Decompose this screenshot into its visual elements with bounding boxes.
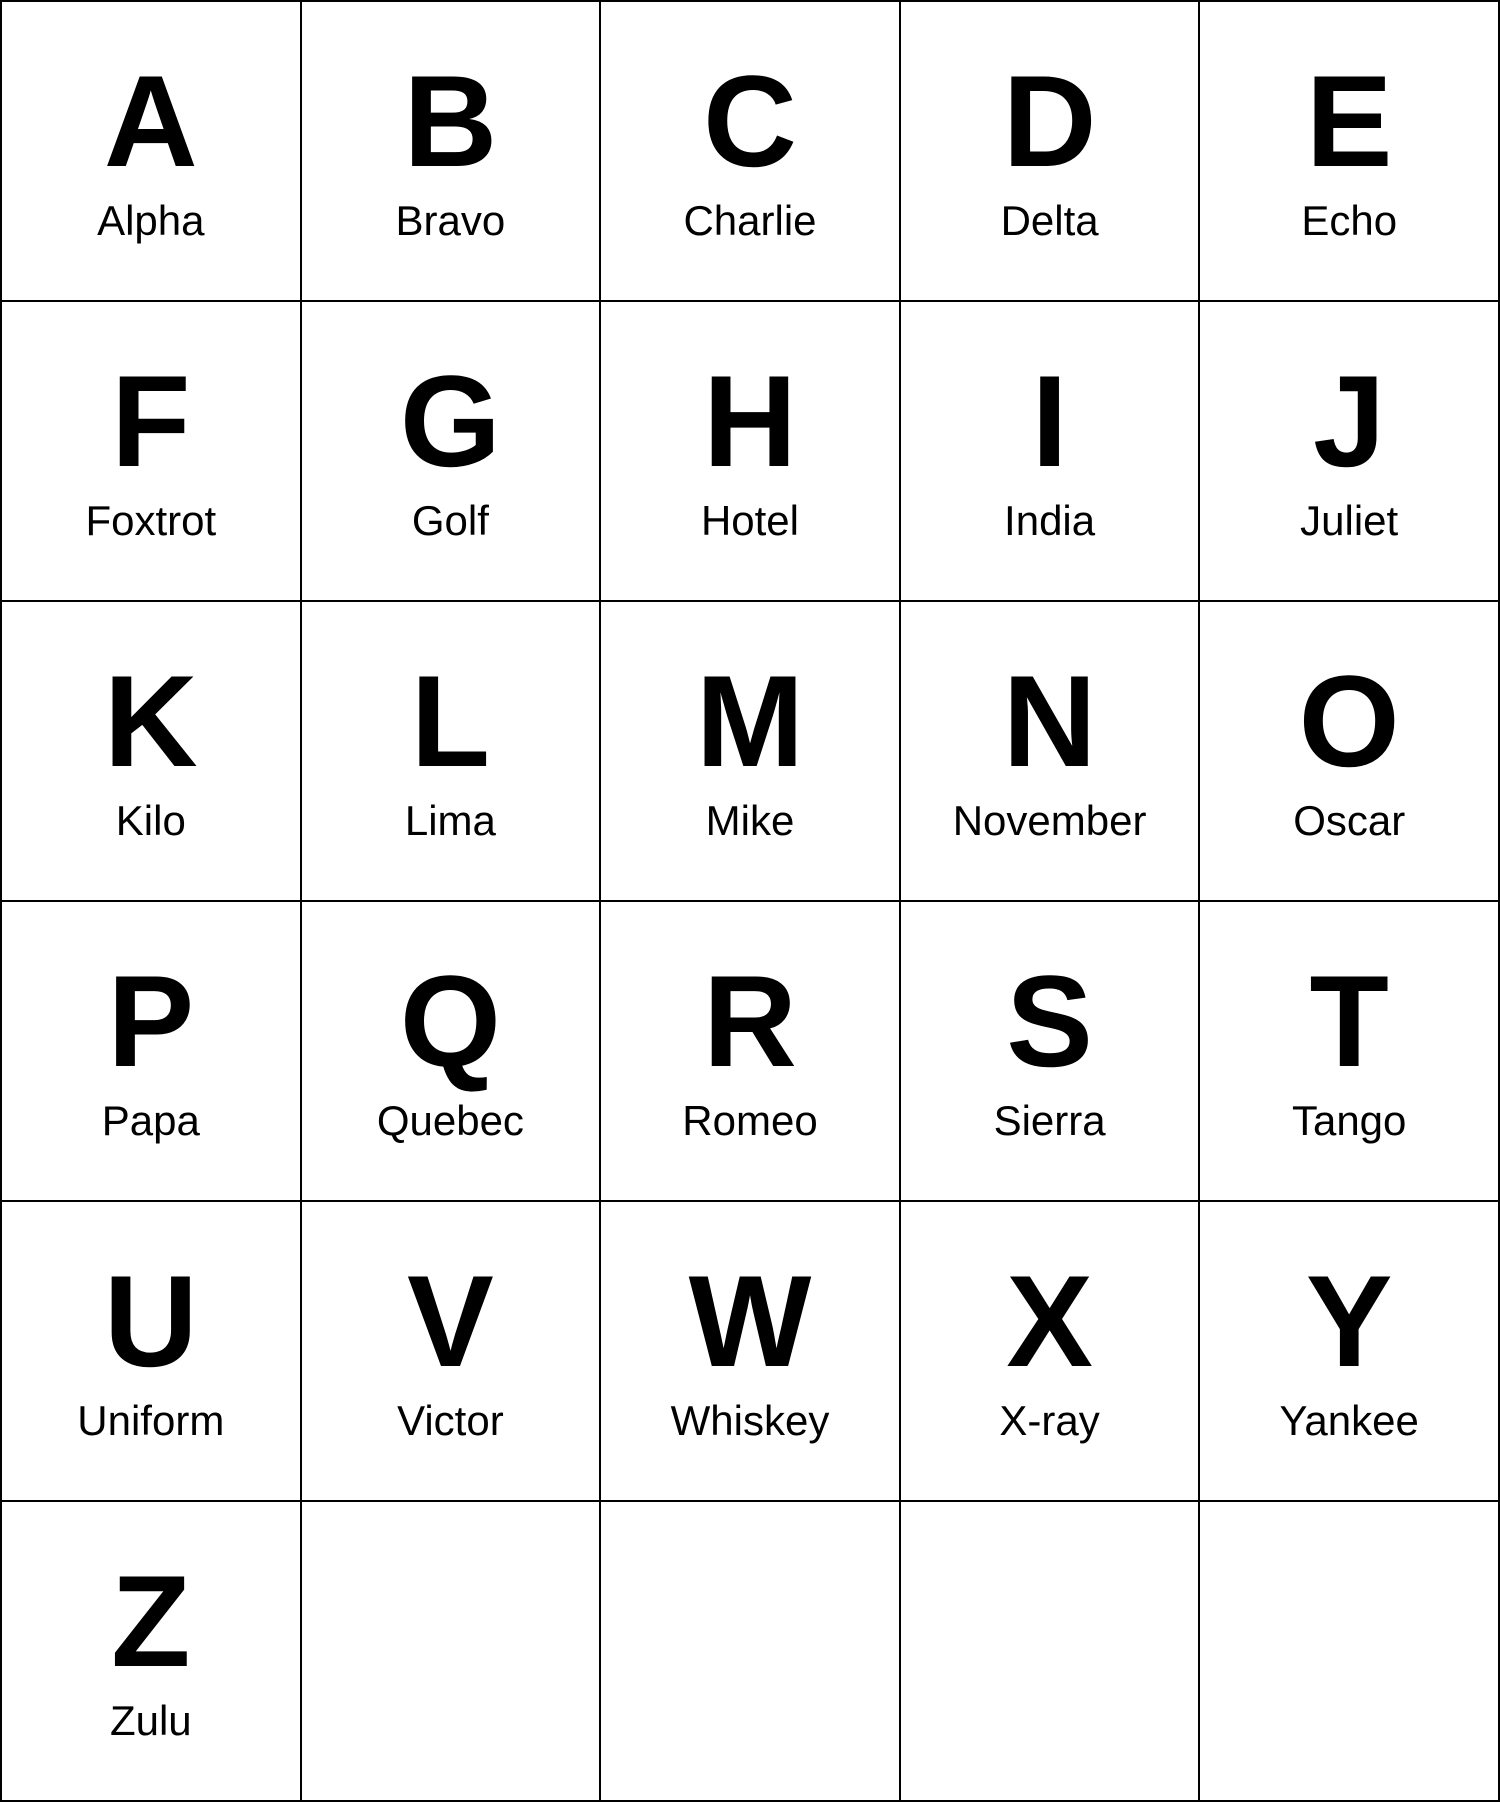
letter-p: P bbox=[107, 956, 194, 1086]
cell-p: P Papa bbox=[2, 902, 302, 1202]
letter-n: N bbox=[1003, 656, 1097, 786]
name-h: Hotel bbox=[701, 496, 799, 546]
letter-t: T bbox=[1309, 956, 1388, 1086]
cell-b: B Bravo bbox=[302, 2, 602, 302]
name-e: Echo bbox=[1301, 196, 1397, 246]
cell-x: X X-ray bbox=[901, 1202, 1201, 1502]
alphabet-grid: A Alpha B Bravo C Charlie D Delta E Echo F Foxtrot G… bbox=[0, 0, 1500, 1802]
cell-e: E Echo bbox=[1200, 2, 1500, 302]
letter-m: M bbox=[696, 656, 804, 786]
letter-u: U bbox=[104, 1256, 198, 1386]
letter-h: H bbox=[703, 356, 797, 486]
letter-y: Y bbox=[1306, 1256, 1393, 1386]
name-n: November bbox=[953, 796, 1147, 846]
cell-q: Q Quebec bbox=[302, 902, 602, 1202]
name-q: Quebec bbox=[377, 1096, 524, 1146]
cell-i: I India bbox=[901, 302, 1201, 602]
cell-t: T Tango bbox=[1200, 902, 1500, 1202]
empty-cell-0 bbox=[302, 1502, 602, 1802]
letter-x: X bbox=[1006, 1256, 1093, 1386]
name-o: Oscar bbox=[1293, 796, 1405, 846]
cell-f: F Foxtrot bbox=[2, 302, 302, 602]
name-p: Papa bbox=[102, 1096, 200, 1146]
letter-v: V bbox=[407, 1256, 494, 1386]
name-g: Golf bbox=[412, 496, 489, 546]
letter-g: G bbox=[400, 356, 501, 486]
name-t: Tango bbox=[1292, 1096, 1406, 1146]
letter-l: L bbox=[411, 656, 490, 786]
letter-a: A bbox=[104, 56, 198, 186]
letter-f: F bbox=[111, 356, 190, 486]
name-z: Zulu bbox=[110, 1696, 192, 1746]
letter-d: D bbox=[1003, 56, 1097, 186]
cell-u: U Uniform bbox=[2, 1202, 302, 1502]
name-y: Yankee bbox=[1280, 1396, 1419, 1446]
empty-cell-2 bbox=[901, 1502, 1201, 1802]
letter-r: R bbox=[703, 956, 797, 1086]
cell-r: R Romeo bbox=[601, 902, 901, 1202]
name-x: X-ray bbox=[999, 1396, 1099, 1446]
letter-o: O bbox=[1299, 656, 1400, 786]
name-b: Bravo bbox=[396, 196, 506, 246]
cell-c: C Charlie bbox=[601, 2, 901, 302]
name-v: Victor bbox=[397, 1396, 504, 1446]
name-k: Kilo bbox=[116, 796, 186, 846]
cell-o: O Oscar bbox=[1200, 602, 1500, 902]
letter-q: Q bbox=[400, 956, 501, 1086]
name-r: Romeo bbox=[682, 1096, 817, 1146]
name-c: Charlie bbox=[683, 196, 816, 246]
letter-e: E bbox=[1306, 56, 1393, 186]
name-f: Foxtrot bbox=[85, 496, 216, 546]
letter-c: C bbox=[703, 56, 797, 186]
name-m: Mike bbox=[706, 796, 795, 846]
cell-n: N November bbox=[901, 602, 1201, 902]
name-s: Sierra bbox=[994, 1096, 1106, 1146]
letter-k: K bbox=[104, 656, 198, 786]
cell-h: H Hotel bbox=[601, 302, 901, 602]
letter-b: B bbox=[403, 56, 497, 186]
empty-cell-3 bbox=[1200, 1502, 1500, 1802]
cell-l: L Lima bbox=[302, 602, 602, 902]
letter-j: J bbox=[1313, 356, 1385, 486]
name-l: Lima bbox=[405, 796, 496, 846]
letter-i: I bbox=[1032, 356, 1068, 486]
cell-g: G Golf bbox=[302, 302, 602, 602]
cell-m: M Mike bbox=[601, 602, 901, 902]
cell-a: A Alpha bbox=[2, 2, 302, 302]
name-a: Alpha bbox=[97, 196, 204, 246]
cell-j: J Juliet bbox=[1200, 302, 1500, 602]
cell-w: W Whiskey bbox=[601, 1202, 901, 1502]
cell-v: V Victor bbox=[302, 1202, 602, 1502]
letter-z: Z bbox=[111, 1556, 190, 1686]
letter-s: S bbox=[1006, 956, 1093, 1086]
name-j: Juliet bbox=[1300, 496, 1398, 546]
name-d: Delta bbox=[1001, 196, 1099, 246]
empty-cell-1 bbox=[601, 1502, 901, 1802]
letter-w: W bbox=[689, 1256, 812, 1386]
name-w: Whiskey bbox=[671, 1396, 830, 1446]
cell-s: S Sierra bbox=[901, 902, 1201, 1202]
cell-y: Y Yankee bbox=[1200, 1202, 1500, 1502]
cell-z: Z Zulu bbox=[2, 1502, 302, 1802]
cell-k: K Kilo bbox=[2, 602, 302, 902]
cell-d: D Delta bbox=[901, 2, 1201, 302]
name-u: Uniform bbox=[77, 1396, 224, 1446]
name-i: India bbox=[1004, 496, 1095, 546]
